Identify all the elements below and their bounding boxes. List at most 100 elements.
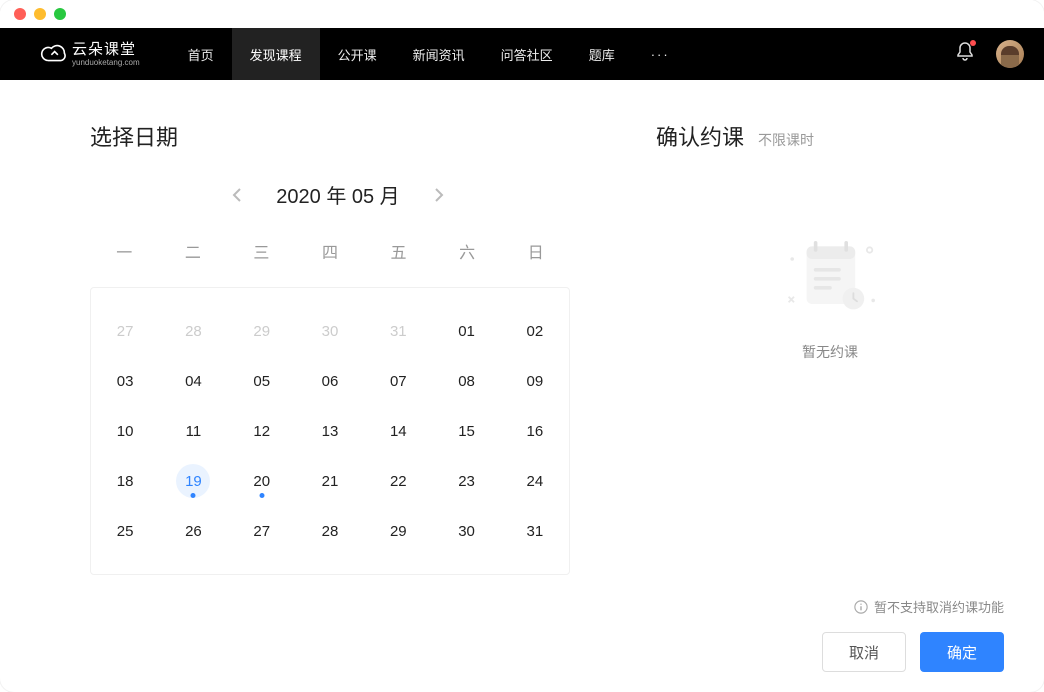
chevron-right-icon [434, 187, 444, 203]
event-dot-icon [259, 493, 264, 498]
day-number: 27 [117, 323, 134, 340]
calendar-day[interactable]: 16 [501, 411, 569, 451]
calendar-day[interactable]: 14 [364, 411, 432, 451]
calendar-row: 03 0405 06 07 08 09 [91, 356, 569, 406]
dow-sat: 六 [433, 239, 502, 263]
day-number: 12 [253, 423, 270, 440]
top-nav: 云朵课堂 yunduoketang.com 首页 发现课程 公开课 新闻资讯 问… [0, 28, 1044, 80]
chevron-left-icon [232, 187, 242, 203]
calendar: 一 二 三 四 五 六 日 27 28 29 30 31 01 02 03 0405 06 07 08… [90, 239, 570, 575]
dow-tue: 二 [159, 239, 228, 263]
day-number: 01 [458, 323, 475, 340]
day-number: 31 [390, 323, 407, 340]
window-close-button[interactable] [14, 8, 26, 20]
day-number: 29 [390, 523, 407, 540]
app-window: 云朵课堂 yunduoketang.com 首页 发现课程 公开课 新闻资讯 问… [0, 0, 1044, 692]
calendar-day[interactable]: 18 [91, 461, 159, 501]
calendar-day[interactable]: 31 [501, 511, 569, 551]
day-number: 09 [527, 373, 544, 390]
dow-thu: 四 [296, 239, 365, 263]
calendar-day: 29 [228, 311, 296, 351]
calendar-day[interactable]: 23 [432, 461, 500, 501]
date-pane: 选择日期 2020 年 05 月 一 二 三 四 五 六 日 [0, 120, 616, 692]
calendar-day: 30 [296, 311, 364, 351]
empty-state: 暂无约课 [656, 232, 1004, 362]
select-date-title: 选择日期 [90, 120, 616, 152]
calendar-day[interactable]: 19 [159, 461, 227, 501]
action-buttons: 取消 确定 [656, 632, 1004, 672]
calendar-day[interactable]: 30 [432, 511, 500, 551]
calendar-day: 31 [364, 311, 432, 351]
calendar-day[interactable]: 12 [228, 411, 296, 451]
empty-calendar-icon [775, 232, 885, 322]
day-number: 14 [390, 423, 407, 440]
user-avatar[interactable] [996, 40, 1024, 68]
calendar-day[interactable]: 08 [432, 361, 500, 401]
calendar-row: 25 26 27 28 29 30 31 [91, 506, 569, 556]
calendar-day[interactable]: 22 [364, 461, 432, 501]
calendar-day[interactable]: 04 [159, 361, 227, 401]
calendar-day[interactable]: 06 [296, 361, 364, 401]
calendar-day[interactable]: 26 [159, 511, 227, 551]
day-number: 30 [322, 323, 339, 340]
prev-month-button[interactable] [226, 181, 248, 209]
nav-item-news[interactable]: 新闻资讯 [395, 28, 483, 80]
empty-text: 暂无约课 [802, 342, 858, 362]
calendar-day[interactable]: 10 [91, 411, 159, 451]
calendar-day[interactable]: 27 [228, 511, 296, 551]
calendar-day[interactable]: 24 [501, 461, 569, 501]
calendar-day[interactable]: 11 [159, 411, 227, 451]
dow-fri: 五 [364, 239, 433, 263]
calendar-header: 2020 年 05 月 [90, 180, 616, 209]
nav-item-discover[interactable]: 发现课程 [232, 28, 320, 80]
nav-item-open-class[interactable]: 公开课 [320, 28, 395, 80]
calendar-day[interactable]: 20 [228, 461, 296, 501]
day-number: 24 [527, 473, 544, 490]
day-number: 26 [185, 523, 202, 540]
calendar-day[interactable]: 29 [364, 511, 432, 551]
next-month-button[interactable] [428, 181, 450, 209]
calendar-day[interactable]: 09 [501, 361, 569, 401]
window-minimize-button[interactable] [34, 8, 46, 20]
calendar-day[interactable]: 13 [296, 411, 364, 451]
calendar-day[interactable]: 28 [296, 511, 364, 551]
logo[interactable]: 云朵课堂 yunduoketang.com [40, 42, 140, 67]
notice: 暂不支持取消约课功能 [656, 597, 1004, 616]
cancel-button[interactable]: 取消 [822, 632, 906, 672]
nav-items: 首页 发现课程 公开课 新闻资讯 问答社区 题库 ··· [170, 28, 688, 80]
calendar-day[interactable]: 07 [364, 361, 432, 401]
day-number: 23 [458, 473, 475, 490]
calendar-day[interactable]: 25 [91, 511, 159, 551]
calendar-grid: 27 28 29 30 31 01 02 03 0405 06 07 08 09 1011 12 13 14 15… [90, 287, 570, 575]
cloud-icon [40, 43, 66, 65]
notifications-button[interactable] [956, 42, 974, 67]
nav-item-home[interactable]: 首页 [170, 28, 232, 80]
window-zoom-button[interactable] [54, 8, 66, 20]
current-month-label: 2020 年 05 月 [276, 180, 399, 209]
day-number: 30 [458, 523, 475, 540]
day-number: 19 [185, 473, 202, 490]
calendar-day[interactable]: 05 [228, 361, 296, 401]
day-number: 13 [322, 423, 339, 440]
calendar-day[interactable]: 03 [91, 361, 159, 401]
nav-item-qa[interactable]: 问答社区 [483, 28, 571, 80]
day-number: 28 [322, 523, 339, 540]
confirm-title-sub: 不限课时 [758, 130, 814, 150]
day-number: 29 [253, 323, 270, 340]
calendar-day[interactable]: 02 [501, 311, 569, 351]
day-number: 06 [322, 373, 339, 390]
confirm-title: 确认约课 不限课时 [656, 120, 1004, 152]
nav-more[interactable]: ··· [633, 28, 688, 80]
calendar-day[interactable]: 21 [296, 461, 364, 501]
day-number: 03 [117, 373, 134, 390]
event-dot-icon [191, 493, 196, 498]
day-of-week-header: 一 二 三 四 五 六 日 [90, 239, 570, 263]
confirm-button[interactable]: 确定 [920, 632, 1004, 672]
logo-sub-text: yunduoketang.com [72, 59, 140, 67]
calendar-day[interactable]: 15 [432, 411, 500, 451]
nav-item-question-bank[interactable]: 题库 [571, 28, 633, 80]
dow-wed: 三 [227, 239, 296, 263]
day-number: 08 [458, 373, 475, 390]
calendar-day[interactable]: 01 [432, 311, 500, 351]
dow-sun: 日 [501, 239, 570, 263]
